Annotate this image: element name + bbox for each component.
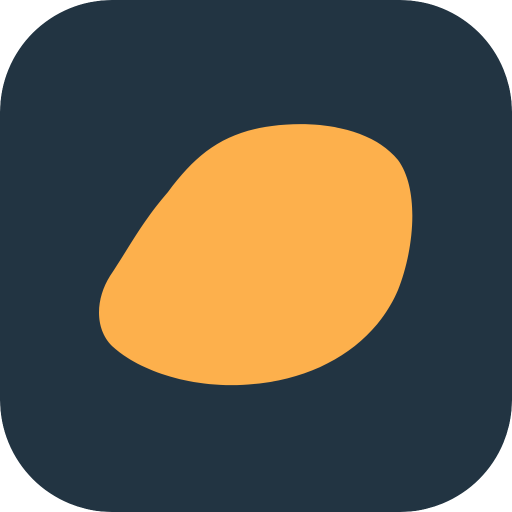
app-icon-graphic <box>0 0 512 512</box>
app-icon[interactable] <box>0 0 512 512</box>
